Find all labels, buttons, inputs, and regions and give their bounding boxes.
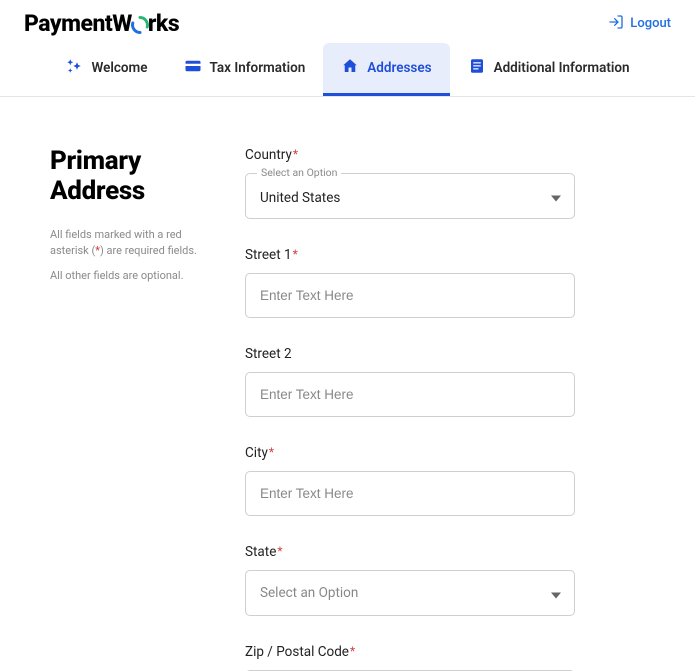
logout-label: Logout — [630, 16, 671, 31]
zip-label: Zip / Postal Code* — [245, 644, 575, 660]
state-value: Select an Option — [245, 570, 575, 616]
country-label: Country* — [245, 147, 575, 163]
tab-label: Addresses — [367, 60, 431, 76]
country-float-label: Select an Option — [257, 166, 341, 179]
logout-icon — [608, 14, 624, 34]
logo-text-1: PaymentW — [24, 10, 132, 37]
city-input[interactable] — [245, 471, 575, 516]
payment-icon — [184, 57, 202, 79]
street1-label: Street 1* — [245, 247, 575, 263]
city-label: City* — [245, 445, 575, 461]
tab-label: Tax Information — [210, 60, 306, 76]
sparkle-icon — [65, 57, 83, 79]
tab-tax-information[interactable]: Tax Information — [166, 43, 324, 96]
tab-additional-information[interactable]: Additional Information — [450, 43, 648, 96]
tab-addresses[interactable]: Addresses — [323, 43, 449, 96]
country-value: United States — [245, 173, 575, 219]
document-icon — [468, 57, 486, 79]
logo-text-2: rks — [148, 10, 179, 37]
logo: PaymentW rks — [24, 10, 179, 37]
street2-label: Street 2 — [245, 346, 575, 362]
tab-label: Welcome — [91, 60, 147, 76]
optional-note: All other fields are optional. — [50, 268, 205, 285]
logo-swirl-icon — [131, 10, 149, 37]
street2-input[interactable] — [245, 372, 575, 417]
logout-button[interactable]: Logout — [608, 14, 671, 34]
tabs: Welcome Tax Information Addresses Additi… — [0, 43, 695, 97]
page-title: Primary Address — [50, 147, 205, 207]
required-note: All fields marked with a red asterisk (*… — [50, 227, 205, 260]
tab-label: Additional Information — [494, 60, 630, 76]
country-dropdown[interactable]: Select an Option United States — [245, 173, 575, 219]
tab-welcome[interactable]: Welcome — [47, 43, 165, 96]
state-label: State* — [245, 544, 575, 560]
street1-input[interactable] — [245, 273, 575, 318]
state-dropdown[interactable]: Select an Option — [245, 570, 575, 616]
home-icon — [341, 57, 359, 79]
